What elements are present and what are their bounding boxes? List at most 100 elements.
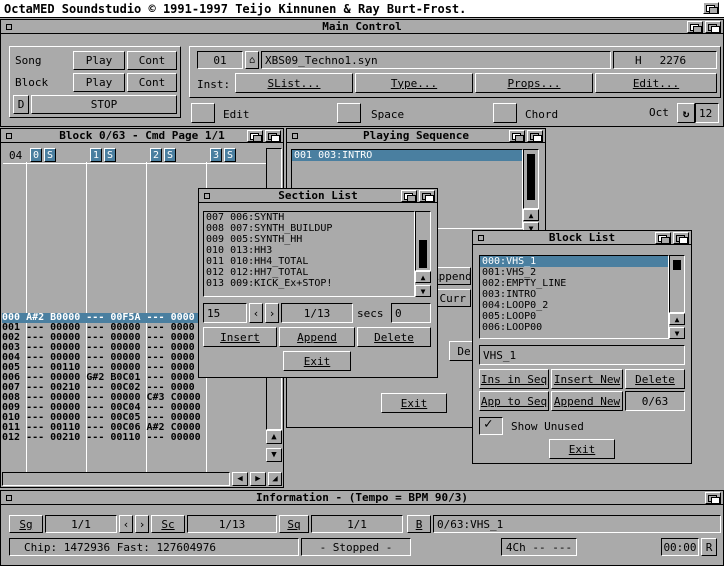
track-0-number[interactable]: 0 bbox=[30, 148, 42, 162]
info-next-icon[interactable]: › bbox=[135, 515, 149, 533]
zoom-icon[interactable] bbox=[247, 130, 263, 142]
zoom-icon[interactable] bbox=[401, 190, 417, 202]
b-button[interactable]: B bbox=[407, 515, 431, 533]
type-button[interactable]: Type... bbox=[355, 73, 473, 93]
close-icon[interactable] bbox=[288, 130, 301, 142]
block-list[interactable]: 000:VHS_1 001:VHS_2 002:EMPTY_LINE 003:I… bbox=[479, 255, 669, 339]
track-3-number[interactable]: 3 bbox=[210, 148, 222, 162]
scroll-up-icon[interactable]: ▲ bbox=[669, 313, 685, 325]
playing-sequence-titlebar[interactable]: Playing Sequence bbox=[287, 129, 545, 143]
block-list-titlebar[interactable]: Block List bbox=[473, 231, 691, 245]
list-item[interactable]: 001 003:INTRO bbox=[292, 150, 522, 161]
depth-icon[interactable] bbox=[265, 130, 281, 142]
scroll-down-icon[interactable]: ▼ bbox=[669, 327, 685, 339]
sc-button[interactable]: Sc bbox=[151, 515, 185, 533]
secs-field[interactable]: 0 bbox=[391, 303, 431, 323]
editor-hscroll[interactable] bbox=[2, 472, 230, 486]
block-list-scroll[interactable] bbox=[669, 255, 685, 313]
information-titlebar[interactable]: Information - (Tempo = BPM 90/3) bbox=[1, 491, 723, 505]
list-item[interactable]: 013 009:KICK_Ex+STOP! bbox=[204, 278, 414, 289]
section-delete-button[interactable]: Delete bbox=[357, 327, 431, 347]
main-control-titlebar[interactable]: Main Control bbox=[1, 20, 723, 34]
close-icon[interactable] bbox=[2, 21, 15, 33]
list-item[interactable]: 012 012:HH7_TOTAL bbox=[204, 267, 414, 278]
list-item[interactable]: 004:LOOP0_2 bbox=[480, 300, 668, 311]
scroll-up-icon[interactable]: ▲ bbox=[523, 209, 539, 221]
space-toggle-box[interactable] bbox=[337, 103, 361, 123]
section-list-titlebar[interactable]: Section List bbox=[199, 189, 437, 203]
oct-value-field[interactable]: 12 bbox=[695, 103, 719, 123]
track-2-solo[interactable]: S bbox=[164, 148, 176, 162]
section-insert-button[interactable]: Insert bbox=[203, 327, 277, 347]
track-1-number[interactable]: 1 bbox=[90, 148, 102, 162]
sequence-scroll[interactable] bbox=[523, 149, 539, 209]
edit-toggle-box[interactable] bbox=[191, 103, 215, 123]
stop-button[interactable]: STOP bbox=[31, 95, 177, 114]
close-icon[interactable] bbox=[2, 130, 15, 142]
depth-icon[interactable] bbox=[705, 492, 721, 504]
ins-in-seq-button[interactable]: Ins in Seq bbox=[479, 369, 549, 389]
d-button[interactable]: D bbox=[13, 95, 29, 114]
edit-dots-button[interactable]: Edit... bbox=[595, 73, 717, 93]
chord-toggle-box[interactable] bbox=[493, 103, 517, 123]
app-to-seq-button[interactable]: App to Seq bbox=[479, 391, 549, 411]
pattern-row[interactable]: 012 --- 00210 --- 00110 --- 00000 bbox=[2, 433, 264, 443]
track-0-solo[interactable]: S bbox=[44, 148, 56, 162]
close-icon[interactable] bbox=[474, 232, 487, 244]
list-item[interactable]: 011 010:HH4_TOTAL bbox=[204, 256, 414, 267]
scroll-left-icon[interactable]: ◀ bbox=[232, 472, 248, 486]
section-prev-icon[interactable]: ‹ bbox=[249, 303, 263, 323]
lock-icon[interactable]: ⌂ bbox=[245, 51, 259, 69]
track-3-solo[interactable]: S bbox=[224, 148, 236, 162]
depth-icon[interactable] bbox=[527, 130, 543, 142]
list-item[interactable]: 008 007:SYNTH_BUILDUP bbox=[204, 223, 414, 234]
screen-depth-icon[interactable] bbox=[703, 2, 719, 14]
cont-song-button[interactable]: Cont bbox=[127, 51, 177, 70]
sequence-exit-button[interactable]: Exit bbox=[381, 393, 447, 413]
zoom-icon[interactable] bbox=[509, 130, 525, 142]
section-append-button[interactable]: Append bbox=[279, 327, 355, 347]
play-song-button[interactable]: Play bbox=[73, 51, 125, 70]
scroll-down-icon[interactable]: ▼ bbox=[415, 285, 431, 297]
block-name-field[interactable]: VHS_1 bbox=[479, 345, 685, 365]
list-item[interactable]: 006:LOOP00 bbox=[480, 322, 668, 333]
append-new-button[interactable]: Append New bbox=[551, 391, 623, 411]
list-item[interactable]: 002:EMPTY_LINE bbox=[480, 278, 668, 289]
info-prev-icon[interactable]: ‹ bbox=[119, 515, 133, 533]
depth-icon[interactable] bbox=[419, 190, 435, 202]
list-item[interactable]: 001:VHS_2 bbox=[480, 267, 668, 278]
props-button[interactable]: Props... bbox=[475, 73, 593, 93]
close-icon[interactable] bbox=[2, 492, 15, 504]
list-item[interactable]: 000:VHS_1 bbox=[480, 256, 668, 267]
block-delete-button[interactable]: Delete bbox=[625, 369, 685, 389]
insert-new-button[interactable]: Insert New bbox=[551, 369, 623, 389]
list-item[interactable]: 010 013:HH3 bbox=[204, 245, 414, 256]
list-item[interactable]: 009 005:SYNTH_HH bbox=[204, 234, 414, 245]
section-exit-button[interactable]: Exit bbox=[283, 351, 351, 371]
block-editor-titlebar[interactable]: Block 0/63 - Cmd Page 1/1 bbox=[1, 129, 283, 143]
scroll-down-icon[interactable]: ▼ bbox=[266, 448, 282, 462]
oct-cycle-icon[interactable]: ↻ bbox=[677, 103, 695, 123]
scroll-up-icon[interactable]: ▲ bbox=[266, 430, 282, 444]
reset-time-button[interactable]: R bbox=[701, 538, 717, 556]
zoom-icon[interactable] bbox=[655, 232, 671, 244]
sg-button[interactable]: Sg bbox=[9, 515, 43, 533]
close-icon[interactable] bbox=[200, 190, 213, 202]
show-unused-checkbox[interactable] bbox=[479, 416, 503, 435]
zoom-icon[interactable] bbox=[687, 21, 703, 33]
section-scroll[interactable] bbox=[415, 211, 431, 271]
section-list[interactable]: 007 006:SYNTH 008 007:SYNTH_BUILDUP 009 … bbox=[203, 211, 415, 297]
hold-field[interactable]: H 2276 bbox=[613, 51, 717, 69]
scroll-up-icon[interactable]: ▲ bbox=[415, 271, 431, 283]
depth-icon[interactable] bbox=[673, 232, 689, 244]
cont-block-button[interactable]: Cont bbox=[127, 73, 177, 92]
list-item[interactable]: 003:INTRO bbox=[480, 289, 668, 300]
section-next-icon[interactable]: › bbox=[265, 303, 279, 323]
slist-button[interactable]: SList... bbox=[235, 73, 353, 93]
track-2-number[interactable]: 2 bbox=[150, 148, 162, 162]
instrument-name-field[interactable]: XBS09_Techno1.syn bbox=[261, 51, 611, 69]
instrument-number-field[interactable]: 01 bbox=[197, 51, 243, 69]
section-number-field[interactable]: 15 bbox=[203, 303, 247, 323]
depth-icon[interactable] bbox=[705, 21, 721, 33]
block-list-exit-button[interactable]: Exit bbox=[549, 439, 615, 459]
